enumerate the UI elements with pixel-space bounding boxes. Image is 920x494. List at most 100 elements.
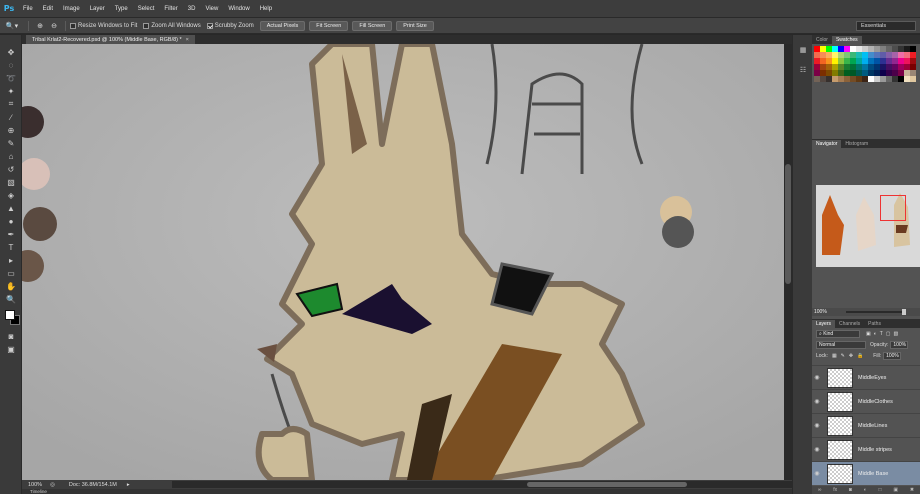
tab-swatches[interactable]: Swatches [831,36,862,44]
tab-navigator[interactable]: Navigator [812,140,842,148]
lock-icons[interactable]: ▦✎✥🔒 [832,353,867,359]
layer-row[interactable]: ◉ Middle stripes [812,437,920,461]
vertical-scrollbar[interactable] [784,44,792,480]
fill-field[interactable]: 100% [883,351,902,360]
scrubby-zoom-checkbox[interactable]: Scrubby Zoom [206,22,254,29]
filter-icons[interactable]: ▣◐T▢▧ [866,331,901,337]
navigator-preview[interactable] [816,185,920,267]
vertical-scroll-thumb[interactable] [785,164,791,284]
horizontal-scrollbar[interactable] [172,481,802,488]
fx-icon[interactable]: fx [833,487,837,493]
mask-icon[interactable]: ◙ [849,487,852,493]
layer-row-selected[interactable]: ◉ Middle Base [812,461,920,485]
blend-mode-select[interactable]: Normal [816,340,866,349]
shape-tool-icon[interactable]: ▭ [5,268,17,278]
healing-brush-tool-icon[interactable]: ⊕ [5,125,17,135]
document-tab[interactable]: Tribal Krlat2-Recovered.psd @ 100% (Midd… [26,35,195,44]
new-layer-icon[interactable]: ▣ [893,487,898,493]
menu-edit[interactable]: Edit [38,6,58,12]
lasso-tool-icon[interactable]: ➰ [5,73,17,83]
dodge-tool-icon[interactable]: ● [5,216,17,226]
folder-icon[interactable]: □ [879,487,882,493]
adjustment-icon[interactable]: ◐ [864,487,867,493]
type-tool-icon[interactable]: T [5,242,17,252]
tab-color[interactable]: Color [812,36,832,44]
menu-select[interactable]: Select [133,6,160,12]
hand-tool-icon[interactable]: ✋ [5,281,17,291]
print-size-button[interactable]: Print Size [396,20,434,31]
foreground-color-swatch[interactable] [5,310,15,320]
move-tool-icon[interactable]: ✥ [5,47,17,57]
actual-pixels-button[interactable]: Actual Pixels [259,20,306,31]
history-brush-tool-icon[interactable]: ↺ [5,164,17,174]
layer-thumbnail [827,439,853,460]
visibility-eye-icon[interactable]: ◉ [812,470,822,477]
crop-tool-icon[interactable]: ⌗ [5,99,17,109]
tab-paths[interactable]: Paths [864,320,885,328]
zoom-out-icon[interactable]: ⊖ [49,21,59,31]
layer-kind-filter[interactable]: ⌕ Kind [816,329,860,338]
brush-tool-icon[interactable]: ✎ [5,138,17,148]
checkbox-box[interactable] [70,22,76,29]
color-swatch[interactable] [910,76,916,82]
layer-row[interactable]: ◉ MiddleLines [812,413,920,437]
tab-layers[interactable]: Layers [812,320,836,328]
checkbox-box[interactable] [143,22,150,29]
menu-help[interactable]: Help [255,6,277,12]
quick-select-tool-icon[interactable]: ✦ [5,86,17,96]
document-canvas[interactable] [22,44,784,480]
blur-tool-icon[interactable]: ▲ [5,203,17,213]
opacity-field[interactable]: 100% [890,340,909,349]
zoom-slider-knob[interactable] [902,309,906,315]
checkbox-box[interactable] [206,22,213,29]
zoom-all-windows-checkbox[interactable]: Zoom All Windows [143,22,201,29]
screen-mode-icon[interactable]: ▣ [5,344,17,354]
visibility-eye-icon[interactable]: ◉ [812,374,822,381]
eraser-tool-icon[interactable]: ▧ [5,177,17,187]
path-selection-tool-icon[interactable]: ▸ [5,255,17,265]
menu-view[interactable]: View [200,6,223,12]
visibility-eye-icon[interactable]: ◉ [812,422,822,429]
tab-histogram[interactable]: Histogram [841,140,872,148]
adjustments-panel-icon[interactable]: ☷ [798,65,808,74]
status-info-icon[interactable]: ◎ [50,482,55,488]
menu-filter[interactable]: Filter [159,6,182,12]
menu-3d[interactable]: 3D [183,6,201,12]
menu-window[interactable]: Window [223,6,254,12]
tab-channels[interactable]: Channels [835,320,864,328]
horizontal-scroll-thumb[interactable] [527,482,687,487]
timeline-panel[interactable]: Timeline [22,489,792,494]
fill-screen-button[interactable]: Fill Screen [352,20,393,31]
trash-icon[interactable]: ✖ [910,487,914,493]
zoom-level[interactable]: 100% [28,482,42,488]
zoom-tool-preset-icon[interactable]: 🔍▾ [0,22,24,30]
fit-screen-button[interactable]: Fit Screen [309,20,349,31]
navigator-zoom-value[interactable]: 100% [814,309,827,315]
history-panel-icon[interactable]: ▦ [798,45,808,54]
paint-bucket-tool-icon[interactable]: ◈ [5,190,17,200]
workspace-switcher[interactable]: Essentials [856,21,916,31]
eyedropper-tool-icon[interactable]: ∕ [5,112,17,122]
visibility-eye-icon[interactable]: ◉ [812,398,822,405]
navigator-zoom-slider[interactable] [846,309,906,315]
status-arrow-icon[interactable]: ▸ [127,482,130,488]
navigator-view-box[interactable] [880,195,906,221]
resize-windows-checkbox[interactable]: Resize Windows to Fit [70,22,137,29]
quick-mask-icon[interactable]: ◙ [5,331,17,341]
lock-row: Lock: ▦✎✥🔒 Fill: 100% [812,350,920,361]
menu-file[interactable]: File [18,6,38,12]
menu-type[interactable]: Type [110,6,133,12]
pen-tool-icon[interactable]: ✒ [5,229,17,239]
layer-row[interactable]: ◉ MiddleClothes [812,389,920,413]
menu-layer[interactable]: Layer [85,6,110,12]
zoom-in-icon[interactable]: ⊕ [35,21,45,31]
clone-stamp-tool-icon[interactable]: ⌂ [5,151,17,161]
menu-image[interactable]: Image [58,6,85,12]
zoom-tool-icon[interactable]: 🔍 [5,294,17,304]
visibility-eye-icon[interactable]: ◉ [812,446,822,453]
close-icon[interactable]: × [186,37,189,43]
link-icon[interactable]: ∞ [818,487,822,493]
marquee-tool-icon[interactable]: ◌ [5,60,17,70]
zoom-all-windows-label: Zoom All Windows [151,22,201,29]
layer-row[interactable]: ◉ MiddleEyes [812,365,920,389]
